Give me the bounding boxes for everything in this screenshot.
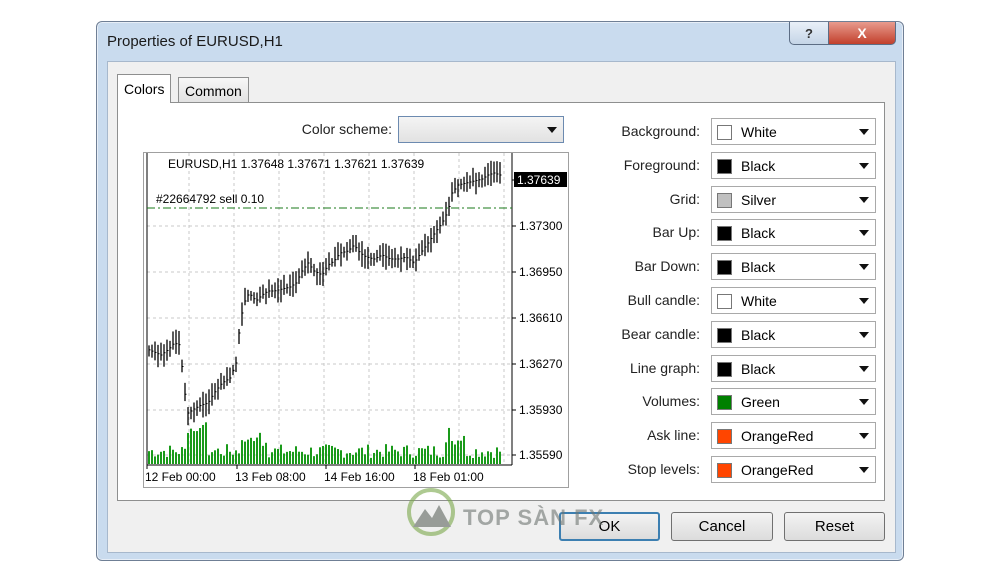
- color-swatch: [717, 361, 732, 377]
- volumes-color-select[interactable]: Green: [711, 388, 876, 416]
- help-button[interactable]: ?: [789, 22, 829, 45]
- bar-down-color-value: Black: [741, 259, 776, 276]
- chart-preview-svg: #22664792 sell 0.10 EURUSD,H1 1.37648 1.3…: [145, 153, 567, 484]
- color-swatch: [717, 226, 732, 242]
- y-tick-label: 1.36270: [519, 357, 563, 371]
- foreground-color-select[interactable]: Black: [711, 151, 876, 179]
- tab-colors[interactable]: Colors: [117, 74, 172, 103]
- volumes-label: Volumes:: [642, 393, 700, 410]
- ask-line-color-value: OrangeRed: [741, 428, 814, 445]
- x-tick-label: 14 Feb 16:00: [324, 470, 395, 484]
- y-tick-label: 1.35590: [519, 448, 563, 462]
- background-label: Background:: [621, 123, 700, 139]
- chart-header-text: EURUSD,H1 1.37648 1.37671 1.37621 1.3763…: [168, 157, 425, 171]
- dialog-body: Colors Common Color scheme: #22664792 se…: [107, 61, 896, 553]
- volumes-color-value: Green: [741, 394, 780, 411]
- chevron-down-icon: [547, 127, 557, 133]
- color-scheme-select[interactable]: [398, 116, 564, 143]
- foreground-color-value: Black: [741, 157, 776, 174]
- x-tick-label: 13 Feb 08:00: [235, 470, 306, 484]
- bar-down-label: Bar Down:: [634, 258, 700, 275]
- foreground-label: Foreground:: [623, 156, 700, 173]
- x-tick-label: 12 Feb 00:00: [145, 470, 216, 484]
- reset-button[interactable]: Reset: [784, 512, 885, 541]
- chevron-down-icon: [859, 467, 869, 473]
- line-graph-label: Line graph:: [629, 359, 700, 376]
- bear-candle-color-select[interactable]: Black: [711, 320, 876, 348]
- y-tick-label: 1.36610: [519, 311, 563, 325]
- chart-preview: #22664792 sell 0.10 EURUSD,H1 1.37648 1.3…: [143, 152, 569, 488]
- y-tick-label: 1.35930: [519, 403, 563, 417]
- ask-line-label: Ask line:: [647, 427, 700, 444]
- stop-levels-label: Stop levels:: [627, 461, 700, 477]
- chevron-down-icon: [859, 399, 869, 406]
- close-button[interactable]: X: [828, 22, 896, 45]
- watermark: TOP SÀN FX: [405, 487, 635, 537]
- grid-color-value: Silver: [741, 191, 777, 208]
- color-swatch: [717, 192, 732, 208]
- mountain-logo-icon: [407, 488, 455, 536]
- line-graph-color-value: Black: [741, 360, 776, 377]
- chevron-down-icon: [859, 162, 869, 169]
- chevron-down-icon: [859, 230, 869, 237]
- color-swatch: [717, 125, 732, 140]
- bar-up-color-value: Black: [741, 225, 776, 242]
- chevron-down-icon: [859, 433, 869, 440]
- title-bar[interactable]: Properties of EURUSD,H1 ? X: [97, 22, 903, 60]
- stop-levels-color-value: OrangeRed: [741, 462, 814, 478]
- y-tick-label: 1.36950: [519, 265, 563, 279]
- ask-line-color-select[interactable]: OrangeRed: [711, 422, 876, 450]
- color-swatch: [717, 463, 732, 478]
- background-color-value: White: [741, 124, 777, 140]
- color-swatch: [717, 395, 732, 411]
- bull-candle-color-value: White: [741, 293, 777, 309]
- bar-up-color-select[interactable]: Black: [711, 219, 876, 247]
- chevron-down-icon: [859, 365, 869, 372]
- bar-down-color-select[interactable]: Black: [711, 253, 876, 281]
- current-price-label: 1.37639: [517, 173, 561, 187]
- stop-levels-color-select[interactable]: OrangeRed: [711, 456, 876, 483]
- grid-color-select[interactable]: Silver: [711, 185, 876, 213]
- watermark-text: TOP SÀN FX: [463, 505, 605, 530]
- tab-common[interactable]: Common: [178, 77, 249, 103]
- color-scheme-label: Color scheme:: [301, 121, 392, 137]
- color-swatch: [717, 158, 732, 174]
- chevron-down-icon: [859, 129, 869, 135]
- color-swatch: [717, 429, 732, 445]
- chevron-down-icon: [859, 331, 869, 338]
- cancel-button[interactable]: Cancel: [671, 512, 773, 541]
- grid-label: Grid:: [669, 190, 700, 207]
- x-tick-label: 18 Feb 01:00: [413, 470, 484, 484]
- bear-candle-color-value: Black: [741, 326, 776, 343]
- window-title: Properties of EURUSD,H1: [107, 33, 283, 50]
- color-swatch: [717, 294, 732, 309]
- color-swatch: [717, 327, 732, 343]
- y-tick-label: 1.37300: [519, 219, 563, 233]
- chevron-down-icon: [859, 196, 869, 203]
- line-graph-color-select[interactable]: Black: [711, 354, 876, 382]
- chevron-down-icon: [859, 264, 869, 271]
- background-color-select[interactable]: White: [711, 118, 876, 145]
- bull-candle-color-select[interactable]: White: [711, 287, 876, 314]
- color-swatch: [717, 260, 732, 276]
- colors-panel: Color scheme: #22664792 sell 0.10 EURUSD,…: [117, 102, 885, 501]
- chevron-down-icon: [859, 298, 869, 304]
- bar-up-label: Bar Up:: [652, 224, 700, 241]
- bull-candle-label: Bull candle:: [627, 292, 700, 308]
- order-label: #22664792 sell 0.10: [156, 192, 264, 206]
- properties-dialog: Properties of EURUSD,H1 ? X Colors Commo…: [96, 21, 904, 561]
- bear-candle-label: Bear candle:: [621, 325, 700, 342]
